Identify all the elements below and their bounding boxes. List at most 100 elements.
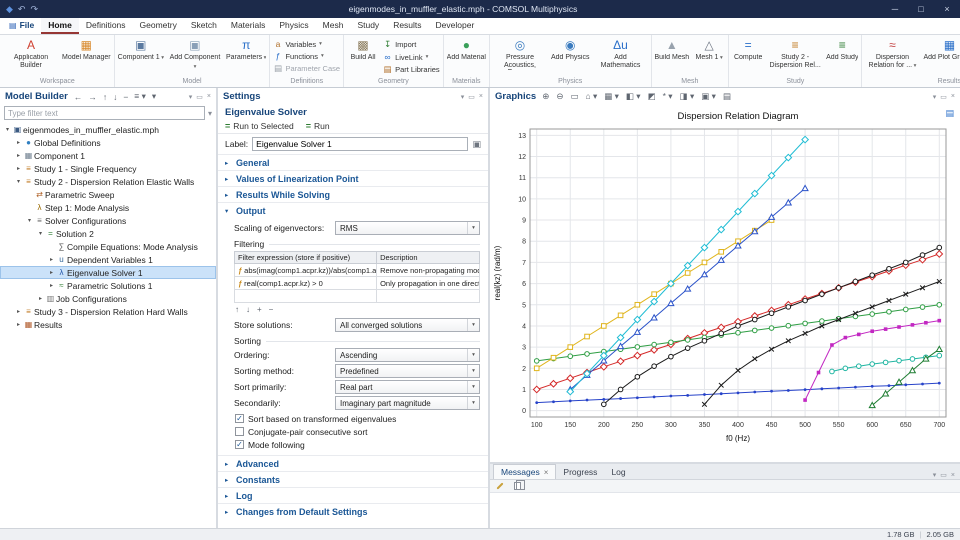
tree-item-eigenvalue-solver-1[interactable]: ▸λEigenvalue Solver 1 [0,266,216,279]
application-builder-button[interactable]: AApplication Builder [2,36,60,77]
scaling-select[interactable]: RMS ▾ [335,221,480,235]
store-select[interactable]: All converged solutions ▾ [335,318,480,332]
redo-icon[interactable]: ↷ [30,4,38,15]
section-constants[interactable]: ▸Constants [218,471,488,487]
expand-arrow-icon[interactable]: ▸ [14,308,23,315]
zoom-extents-icon[interactable]: ▭ [570,91,578,102]
tree-item-parametric-sweep[interactable]: ⇄Parametric Sweep [0,188,216,201]
maximize-button[interactable]: □ [908,0,934,18]
tree-item-job-configurations[interactable]: ▸▥Job Configurations [0,292,216,305]
minimize-button[interactable]: ─ [882,0,908,18]
forward-icon[interactable]: → [88,92,97,102]
tree-item-study-1-single-frequency[interactable]: ▸≡Study 1 - Single Frequency [0,162,216,175]
collapse-arrow-icon[interactable]: ▾ [3,126,12,133]
undo-icon[interactable]: ↶ [18,4,26,15]
part-libraries-button[interactable]: ▤Part Libraries [383,64,440,75]
pressure-acoustics-button[interactable]: ◎Pressure Acoustics, Freq... ▾ [491,36,549,77]
add-mathematics-button[interactable]: ΔuAdd Mathematics [592,36,650,77]
panel-close-icon[interactable]: × [951,472,955,479]
menu-tab-geometry[interactable]: Geometry [133,18,184,34]
select-sort-primarily[interactable]: Real part▾ [335,380,480,394]
move-up-icon[interactable]: ↑ [103,92,107,102]
collapse-all-icon[interactable]: − [123,92,128,102]
checkbox-icon[interactable] [235,427,244,436]
tree-item-results[interactable]: ▸▦Results [0,318,216,331]
collapse-arrow-icon[interactable]: ▾ [36,230,45,237]
close-tab-icon[interactable]: × [544,468,549,477]
filter-expression-cell[interactable] [235,290,377,303]
menu-tab-mesh[interactable]: Mesh [316,18,351,34]
functions-button[interactable]: ƒFunctions▾ [273,51,340,61]
zoom-in-icon[interactable]: ⊕ [542,91,549,102]
menu-tab-file[interactable]: ▤File [2,18,41,34]
variables-button[interactable]: aVariables▾ [273,39,340,49]
expand-arrow-icon[interactable]: ▸ [47,269,56,276]
camera-icon[interactable]: ▣ ▾ [701,91,716,102]
panel-float-icon[interactable]: ▭ [940,93,947,101]
dispersion-chart[interactable]: 1001502002503003504004505005506006507000… [490,105,960,462]
tree-filter-input[interactable] [4,106,205,120]
panel-close-icon[interactable]: × [479,93,483,101]
select-sorting-method[interactable]: Predefined▾ [335,364,480,378]
tree-item-dependent-variables-1[interactable]: ▸uDependent Variables 1 [0,253,216,266]
build-all-button[interactable]: ▩Build All [345,36,381,77]
move-down-icon[interactable]: ↓ [113,92,117,102]
panel-menu-icon[interactable]: ▾ [461,93,465,101]
expand-arrow-icon[interactable]: ▸ [14,321,23,328]
color-icon[interactable]: ◨ ▾ [680,91,695,102]
expand-arrow-icon[interactable]: ▸ [36,295,45,302]
section-output[interactable]: ▾ Output [218,202,488,218]
run-to-selected-button[interactable]: =Run to Selected [225,121,294,131]
menu-tab-results[interactable]: Results [386,18,428,34]
panel-menu-icon[interactable]: ▾ [933,93,937,101]
panel-float-icon[interactable]: ▭ [468,93,475,101]
transparency-icon[interactable]: ◩ [648,91,656,102]
copy-icon[interactable] [514,482,521,490]
menu-tab-home[interactable]: Home [41,18,79,34]
move-down-icon[interactable]: ↓ [246,305,250,314]
section-log[interactable]: ▸Log [218,487,488,503]
description-cell[interactable] [377,290,480,303]
checkbox-icon[interactable]: ✓ [235,414,244,423]
expand-arrow-icon[interactable]: ▸ [14,152,23,159]
section-general[interactable]: ▸General [218,154,488,170]
checkbox-icon[interactable]: ✓ [235,440,244,449]
section-values-of-linearization-point[interactable]: ▸Values of Linearization Point [218,170,488,186]
filter-funnel-icon[interactable]: ▾ [208,109,212,118]
section-results-while-solving[interactable]: ▸Results While Solving [218,186,488,202]
add-physics-button[interactable]: ◉Add Physics [549,36,592,77]
expand-arrow-icon[interactable]: ▸ [14,139,23,146]
expand-arrow-icon[interactable]: ▸ [14,165,23,172]
add-material-button[interactable]: ●Add Material [445,36,488,77]
axis-grid-icon[interactable]: ▦ ▾ [604,91,619,102]
section-changes-from-default-settings[interactable]: ▸Changes from Default Settings [218,503,488,519]
filter-row[interactable]: ƒreal(comp1.acpr.kz) > 0Only propagation… [235,277,480,290]
collapse-arrow-icon[interactable]: ▾ [25,217,34,224]
tree-item-solution-2[interactable]: ▾=Solution 2 [0,227,216,240]
dispersion-relation-plot-button[interactable]: ≈Dispersion Relation for ... ▾ [863,36,921,77]
component-1-button[interactable]: ▣Component 1 ▾ [116,36,166,77]
print-icon[interactable]: ▤ [723,91,731,102]
checkbox-sort-based-on-transformed-eigenvalues[interactable]: ✓Sort based on transformed eigenvalues [235,412,480,425]
menu-tab-physics[interactable]: Physics [272,18,315,34]
comsol-logo-icon[interactable]: ◆ [6,4,13,15]
add-plot-group-button[interactable]: ▦Add Plot Group ▾ [921,36,960,77]
panel-close-icon[interactable]: × [207,93,211,101]
close-button[interactable]: × [934,0,960,18]
menu-tab-definitions[interactable]: Definitions [79,18,133,34]
tree-item-study-2-dispersion-relation-elastic-walls[interactable]: ▾≡Study 2 - Dispersion Relation Elastic … [0,175,216,188]
plot-menu-icon[interactable]: ▤ [945,108,954,119]
expand-arrow-icon[interactable]: ▸ [47,282,56,289]
delete-row-icon[interactable]: − [269,305,274,314]
compute-button[interactable]: =Compute [730,36,766,77]
select-icon[interactable]: ◧ ▾ [626,91,641,102]
tree-item-eigenmodes-in-muffler-elastic-mph[interactable]: ▾▣eigenmodes_in_muffler_elastic.mph [0,123,216,136]
tree-item-parametric-solutions-1[interactable]: ▸≈Parametric Solutions 1 [0,279,216,292]
parameter-case-button[interactable]: ▤Parameter Case [273,63,340,74]
expand-arrow-icon[interactable]: ▸ [47,256,56,263]
tree-options-icon[interactable]: ≡ ▾ [134,91,146,102]
parameters-button[interactable]: πParameters ▾ [224,36,268,77]
menu-tab-materials[interactable]: Materials [224,18,272,34]
back-icon[interactable]: ← [74,92,83,102]
view-menu-icon[interactable]: ▾ [152,91,156,102]
